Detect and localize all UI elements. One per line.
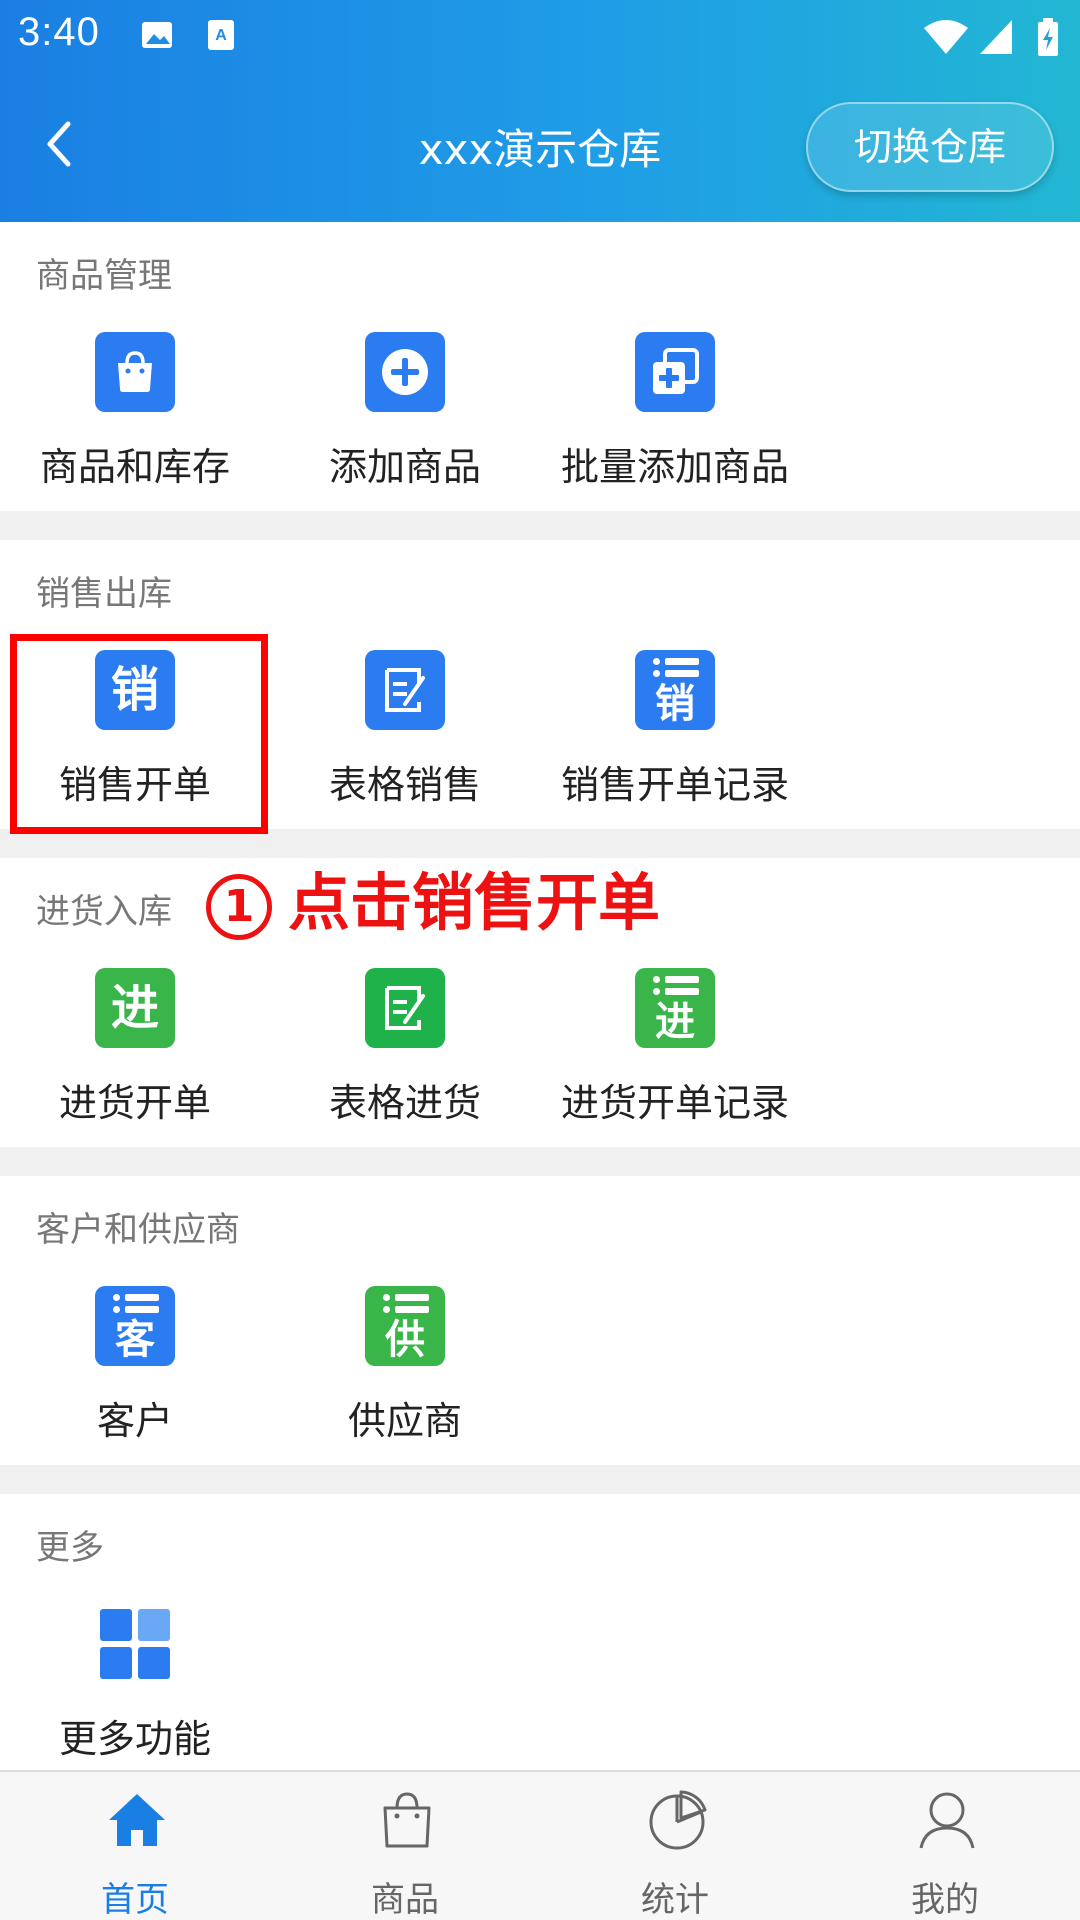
svg-text:A: A (215, 27, 227, 44)
tile-label: 表格进货 (328, 1081, 481, 1125)
icon-glyph: 进 (110, 980, 159, 1036)
tile-label: 商品和库存 (39, 445, 230, 489)
add-product-tile[interactable]: 添加商品 (275, 332, 535, 492)
nav-label: 商品 (371, 1880, 439, 1920)
icon-glyph: 客 (115, 1317, 155, 1363)
tile-label: 添加商品 (328, 445, 481, 489)
edit-form-icon (365, 650, 445, 730)
edit-form-icon (365, 968, 445, 1048)
batch-add-icon (635, 332, 715, 412)
icon-glyph: 供 (385, 1317, 425, 1363)
status-bar: 3:40 A (0, 0, 1080, 74)
sales-record-icon: 销 (635, 650, 715, 730)
section-title: 进货入库 (36, 892, 172, 932)
table-purchase-tile[interactable]: 表格进货 (275, 968, 535, 1128)
tile-label: 供应商 (347, 1399, 462, 1443)
status-time: 3:40 (18, 10, 100, 54)
section-product-management: 商品管理 商品和库存 添加商品 批量添加商品 (0, 222, 1080, 511)
purchase-record-tile[interactable]: 进 进货开单记录 (545, 968, 805, 1128)
section-title: 更多 (36, 1528, 104, 1568)
app-header: 3:40 A xxx演示仓库 切换仓库 (0, 0, 1080, 222)
highlight-box (10, 634, 268, 834)
icon-glyph: 进 (655, 999, 695, 1045)
nav-mine[interactable]: 我的 (810, 1772, 1080, 1920)
app-notification-icon: A (208, 20, 234, 50)
annotation-text: 点击销售开单 (288, 866, 661, 939)
more-features-tile[interactable]: 更多功能 (5, 1604, 265, 1764)
home-icon (109, 1794, 165, 1846)
step-number: 1 (206, 873, 272, 940)
table-sales-tile[interactable]: 表格销售 (275, 650, 535, 810)
tile-label: 批量添加商品 (560, 445, 789, 489)
tile-label: 进货开单记录 (560, 1081, 789, 1125)
purchase-record-icon: 进 (635, 968, 715, 1048)
nav-statistics[interactable]: 统计 (540, 1772, 810, 1920)
batch-add-product-tile[interactable]: 批量添加商品 (545, 332, 805, 492)
tile-label: 进货开单 (58, 1081, 211, 1125)
section-title: 商品管理 (36, 256, 172, 296)
customer-icon: 客 (95, 1286, 175, 1366)
bottom-nav: 首页 商品 统计 我的 (0, 1770, 1080, 1920)
section-title: 销售出库 (36, 574, 172, 614)
tile-label: 销售开单记录 (560, 763, 789, 807)
products-and-inventory-tile[interactable]: 商品和库存 (5, 332, 265, 492)
image-notification-icon (142, 22, 172, 48)
icon-glyph: 销 (655, 681, 695, 727)
nav-label: 统计 (641, 1880, 709, 1920)
nav-label: 我的 (911, 1880, 979, 1920)
section-customers-suppliers: 客户和供应商 客 客户 供 供应商 (0, 1176, 1080, 1465)
signal-icon (980, 20, 1012, 54)
tile-label: 表格销售 (328, 763, 481, 807)
battery-icon (1038, 18, 1058, 56)
pie-chart-icon (649, 1790, 707, 1850)
supplier-icon: 供 (365, 1286, 445, 1366)
switch-warehouse-button[interactable]: 切换仓库 (806, 102, 1054, 192)
supplier-tile[interactable]: 供 供应商 (275, 1286, 535, 1446)
tile-label: 客户 (96, 1399, 173, 1443)
purchase-order-tile[interactable]: 进 进货开单 (5, 968, 265, 1128)
plus-circle-icon (365, 332, 445, 412)
grid-icon (95, 1604, 175, 1684)
customer-tile[interactable]: 客 客户 (5, 1286, 265, 1446)
user-icon (919, 1792, 975, 1849)
section-more: 更多 更多功能 (0, 1494, 1080, 1770)
shopping-bag-icon (95, 332, 175, 412)
purchase-order-icon: 进 (95, 968, 175, 1048)
tile-label: 更多功能 (58, 1717, 211, 1761)
nav-label: 首页 (101, 1880, 169, 1920)
bag-icon (383, 1792, 431, 1848)
sales-record-tile[interactable]: 销 销售开单记录 (545, 650, 805, 810)
tutorial-annotation: 1 点击销售开单 (206, 852, 660, 942)
nav-home[interactable]: 首页 (0, 1772, 270, 1920)
wifi-icon (924, 20, 968, 54)
section-title: 客户和供应商 (36, 1210, 240, 1250)
title-bar: xxx演示仓库 切换仓库 (0, 96, 1080, 196)
nav-products[interactable]: 商品 (270, 1772, 540, 1920)
